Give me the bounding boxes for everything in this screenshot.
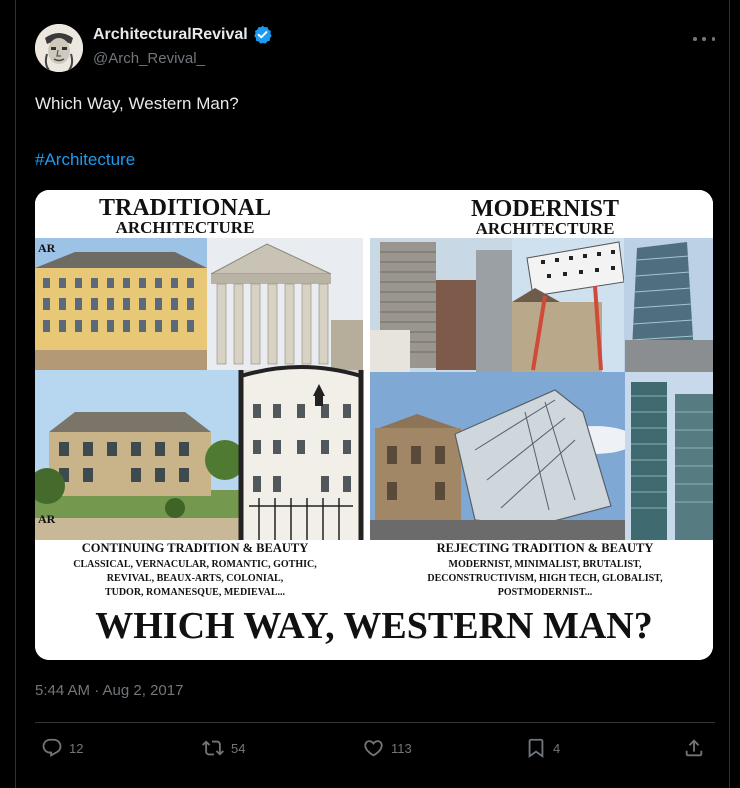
bookmark-count: 4: [553, 740, 561, 756]
author-handle[interactable]: @Arch_Revival_: [93, 50, 205, 67]
left-title-2: ARCHITECTURE: [116, 218, 255, 237]
photo-glass-tower: [624, 238, 713, 372]
repost-icon: [202, 740, 224, 756]
heart-icon: [364, 740, 383, 757]
bookmark-icon: [528, 738, 544, 759]
photo-deconstructivist-museum: [370, 372, 635, 540]
photo-brutalist-tower: [370, 238, 512, 372]
verified-badge-icon[interactable]: [253, 25, 272, 44]
tweet-image[interactable]: TRADITIONAL ARCHITECTURE MODERNIST ARCHI…: [35, 190, 713, 660]
author-display-name[interactable]: ArchitecturalRevival: [93, 26, 248, 44]
photo-skyscraper: [625, 372, 713, 540]
watermark-bottom: AR: [38, 512, 56, 526]
photo-ocad-table-top: [512, 238, 625, 372]
tweet-timestamp[interactable]: 5:44 AM · Aug 2, 2017: [35, 682, 183, 699]
repost-button[interactable]: 54: [201, 737, 245, 759]
statue-face-avatar-icon: [35, 24, 83, 72]
comparison-image: TRADITIONAL ARCHITECTURE MODERNIST ARCHI…: [35, 190, 713, 660]
more-options-icon[interactable]: [693, 30, 715, 48]
right-caption-3: DECONSTRUCTIVISM, HIGH TECH, GLOBALIST,: [427, 573, 663, 584]
tweet-actions: 12 54 113 4: [35, 737, 715, 767]
timeline-right-border: [729, 0, 740, 788]
left-caption-3: REVIVAL, BEAUX-ARTS, COLONIAL,: [107, 573, 284, 584]
tweet-text: Which Way, Western Man?: [35, 94, 239, 113]
left-caption-1: CONTINUING TRADITION & BEAUTY: [82, 541, 309, 555]
like-button[interactable]: 113: [362, 737, 412, 759]
photo-baroque-palace: AR: [35, 238, 207, 370]
photo-greek-temple: [207, 238, 363, 370]
reply-count: 12: [69, 740, 84, 756]
hashtag-link[interactable]: #Architecture: [35, 150, 135, 170]
reply-icon: [42, 738, 62, 757]
actions-divider: [35, 722, 715, 723]
tweet-header: ArchitecturalRevival @Arch_Revival_: [35, 22, 715, 72]
right-title-2: ARCHITECTURE: [476, 219, 615, 238]
like-count: 113: [391, 740, 412, 756]
photo-townhouse: [238, 365, 364, 540]
author-name-row: ArchitecturalRevival: [93, 25, 272, 44]
bookmark-button[interactable]: 4: [525, 737, 560, 759]
bottom-title: WHICH WAY, WESTERN MAN?: [95, 605, 652, 647]
right-caption-4: POSTMODERNIST...: [498, 587, 593, 598]
share-button[interactable]: [683, 737, 705, 759]
repost-count: 54: [231, 740, 246, 756]
reply-button[interactable]: 12: [41, 737, 83, 759]
timeline-left-border: [0, 0, 16, 788]
right-caption-1: REJECTING TRADITION & BEAUTY: [437, 541, 654, 555]
left-caption-2: CLASSICAL, VERNACULAR, ROMANTIC, GOTHIC,: [73, 559, 317, 570]
left-caption-4: TUDOR, ROMANESQUE, MEDIEVAL...: [105, 587, 286, 598]
share-icon: [685, 739, 703, 757]
right-caption-2: MODERNIST, MINIMALIST, BRUTALIST,: [449, 559, 642, 570]
photo-manor-house: AR: [35, 370, 245, 540]
avatar[interactable]: [35, 24, 83, 72]
tweet: ArchitecturalRevival @Arch_Revival_ Whic…: [35, 22, 715, 759]
watermark-top: AR: [38, 241, 56, 255]
